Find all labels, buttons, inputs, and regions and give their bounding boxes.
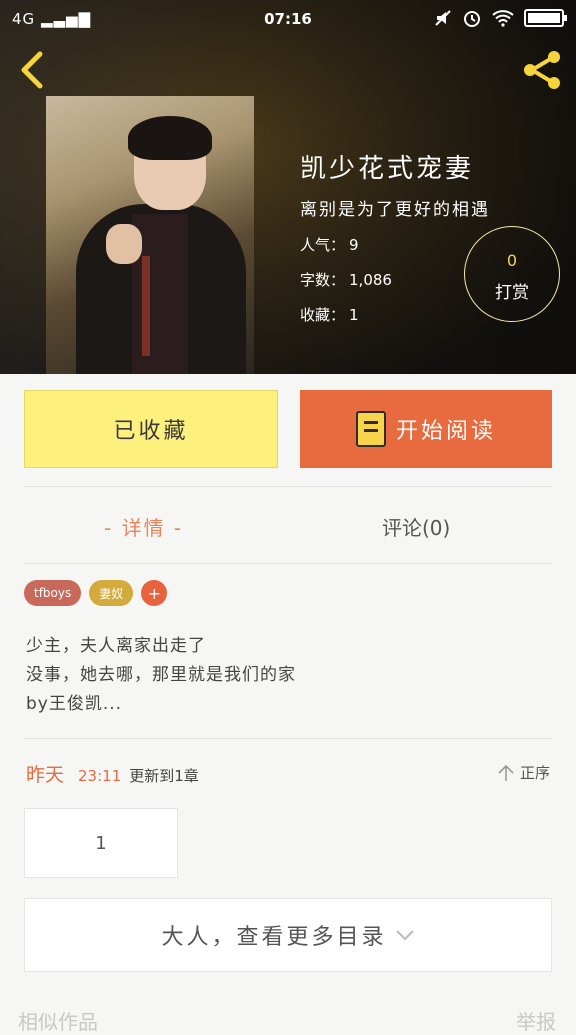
cover-figure-hair	[128, 116, 212, 160]
description-line: 没事，她去哪，那里就是我们的家	[26, 665, 296, 685]
tip-button[interactable]: 0 打赏	[464, 226, 560, 322]
chevron-down-icon	[395, 930, 414, 941]
report-link[interactable]: 举报	[516, 1006, 556, 1035]
cover-figure-hand	[106, 224, 142, 264]
start-reading-button[interactable]: 开始阅读	[300, 390, 552, 468]
status-icons	[434, 8, 567, 28]
arrow-up-icon	[498, 764, 514, 781]
tip-label: 打赏	[495, 283, 529, 303]
book-title: 凯少花式宠妻	[300, 154, 475, 184]
tab-detail[interactable]: - 详情 -	[104, 512, 183, 541]
sort-order-label: 正序	[519, 764, 550, 782]
update-info: 昨天 23:11 更新到1章	[26, 760, 199, 787]
tag-list: tfboys 妻奴 +	[24, 580, 168, 606]
divider	[24, 486, 552, 487]
description-line: 少主，夫人离家出走了	[26, 636, 206, 656]
add-tag-button[interactable]: +	[141, 580, 168, 606]
book-icon	[355, 411, 386, 447]
chapter-item[interactable]: 1	[24, 808, 178, 878]
word-count-value: 1,086	[349, 271, 392, 289]
similar-works-heading: 相似作品	[18, 1010, 98, 1034]
tab-comments[interactable]: 评论(0)	[382, 512, 450, 541]
book-cover-image	[46, 96, 254, 374]
update-text: 更新到1章	[129, 767, 199, 785]
popularity-label: 人气：	[300, 236, 346, 254]
favorite-button[interactable]: 已收藏	[24, 390, 278, 468]
detail-tabs: - 详情 - 评论(0)	[0, 488, 576, 562]
tip-count: 0	[506, 251, 518, 270]
share-icon[interactable]	[520, 48, 564, 92]
sort-order-toggle[interactable]: 正序	[498, 762, 550, 783]
update-time: 23:11	[78, 767, 122, 785]
wifi-icon	[492, 10, 514, 27]
favorites-label: 收藏：	[300, 306, 346, 324]
tag-wife-slave[interactable]: 妻奴	[89, 580, 134, 606]
divider	[24, 563, 552, 564]
book-subtitle: 离别是为了更好的相遇	[300, 200, 490, 220]
start-reading-label: 开始阅读	[395, 419, 496, 444]
popularity-value: 9	[349, 236, 359, 254]
word-count-stat: 字数： 1,086	[300, 269, 490, 290]
word-count-label: 字数：	[300, 271, 346, 289]
book-header: 4G ▂▃▅▇ 07:16 凯少花式宠妻 离别是为了更好的相遇 人气： 9 字数：…	[0, 0, 576, 374]
alarm-icon	[464, 11, 480, 27]
favorites-value: 1	[349, 306, 359, 324]
divider	[24, 738, 552, 739]
favorites-stat: 收藏： 1	[300, 304, 490, 325]
status-bar: 4G ▂▃▅▇ 07:16	[0, 0, 576, 38]
popularity-stat: 人气： 9	[300, 234, 490, 255]
battery-icon	[524, 9, 567, 27]
tag-tfboys[interactable]: tfboys	[24, 580, 82, 606]
description-line: by王俊凯...	[26, 694, 123, 714]
more-catalog-button[interactable]: 大人，查看更多目录	[24, 898, 552, 972]
mute-icon	[435, 10, 451, 26]
cover-figure-stripe	[142, 256, 150, 356]
favorite-button-label: 已收藏	[113, 419, 189, 444]
book-info: 凯少花式宠妻 离别是为了更好的相遇 人气： 9 字数： 1,086 收藏： 1	[300, 148, 490, 339]
book-description: 少主，夫人离家出走了 没事，她去哪，那里就是我们的家 by王俊凯...	[26, 632, 296, 719]
update-day: 昨天	[26, 764, 65, 786]
back-arrow-icon[interactable]	[14, 50, 50, 90]
more-catalog-label: 大人，查看更多目录	[161, 925, 387, 950]
